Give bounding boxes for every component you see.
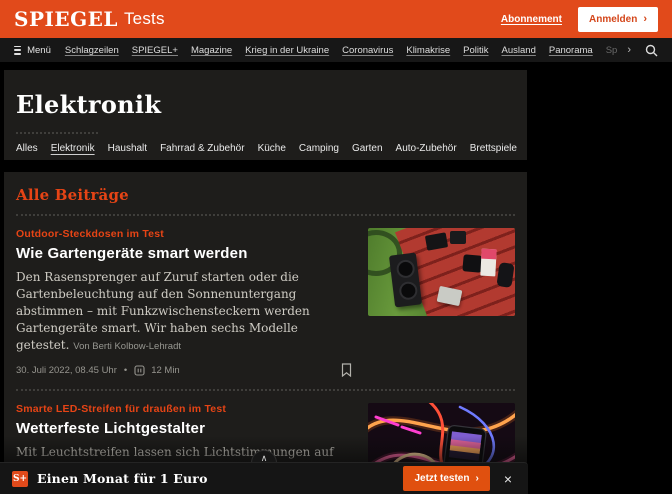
- article-title[interactable]: Wetterfeste Lichtgestalter: [16, 420, 352, 437]
- article-author: Von Berti Kolbow-Lehradt: [73, 341, 181, 352]
- nav-item-panorama[interactable]: Panorama: [549, 45, 593, 56]
- article-teaser-row[interactable]: Outdoor-Steckdosen im Test Wie Gartenger…: [16, 216, 515, 377]
- article-read-time: 12 Min: [151, 365, 180, 376]
- section-heading: Alle Beiträge: [16, 186, 515, 204]
- spiegel-tests-suffix: Tests: [124, 9, 165, 29]
- article-meta-row: 30. Juli 2022, 08.45 Uhr • 12 Min: [16, 354, 352, 377]
- nav-item-spiegel-plus[interactable]: SPIEGEL+: [132, 45, 178, 56]
- teaser-body: Den Rasensprenger auf Zuruf starten oder…: [16, 270, 310, 352]
- meta-separator-dot: •: [124, 365, 127, 376]
- article-date: 30. Juli 2022, 08.45 Uhr: [16, 365, 117, 376]
- banner-offer-text: Einen Monat für 1 Euro: [37, 471, 208, 486]
- dotted-divider: [16, 132, 98, 134]
- cta-label: Jetzt testen: [414, 473, 469, 484]
- nav-item-klimakrise[interactable]: Klimakrise: [406, 45, 450, 56]
- category-header-panel: Elektronik Alles Elektronik Haushalt Fah…: [4, 70, 527, 160]
- tab-elektronik[interactable]: Elektronik: [51, 143, 95, 156]
- bookmark-icon[interactable]: [341, 363, 352, 377]
- subscription-banner: S+ Einen Monat für 1 Euro Jetzt testen ›…: [0, 462, 528, 494]
- hamburger-menu-icon[interactable]: [14, 46, 21, 55]
- main-navbar: Menü Schlagzeilen SPIEGEL+ Magazine Krie…: [0, 38, 672, 62]
- spiegel-plus-badge: S+: [12, 471, 28, 487]
- nav-item-magazine[interactable]: Magazine: [191, 45, 232, 56]
- topbar-actions: Abonnement Anmelden ›: [501, 7, 658, 32]
- tab-kueche[interactable]: Küche: [258, 143, 286, 156]
- nav-scroll-chevron-icon[interactable]: ›: [627, 44, 631, 56]
- top-header-bar: SPIEGEL Tests Abonnement Anmelden ›: [0, 0, 672, 38]
- nav-item-krieg-ukraine[interactable]: Krieg in der Ukraine: [245, 45, 329, 56]
- audio-icon: [134, 365, 145, 376]
- article-kicker[interactable]: Smarte LED-Streifen für draußen im Test: [16, 403, 352, 415]
- smart-plug-shape: [450, 231, 466, 244]
- tab-garten[interactable]: Garten: [352, 143, 383, 156]
- nav-item-menu[interactable]: Menü: [27, 45, 51, 56]
- nav-item-overflow-faded: Sp: [606, 45, 618, 56]
- spiegel-logo[interactable]: SPIEGEL: [14, 7, 118, 31]
- chevron-right-icon: ›: [475, 473, 478, 484]
- nav-item-schlagzeilen[interactable]: Schlagzeilen: [65, 45, 119, 56]
- page-title: Elektronik: [16, 90, 515, 119]
- jetzt-testen-button[interactable]: Jetzt testen ›: [403, 466, 489, 491]
- close-icon[interactable]: ×: [504, 472, 512, 486]
- article-thumbnail-garden-sockets[interactable]: [368, 228, 515, 316]
- tab-brettspiele[interactable]: Brettspiele: [470, 143, 517, 156]
- article-kicker[interactable]: Outdoor-Steckdosen im Test: [16, 228, 352, 240]
- tab-haushalt[interactable]: Haushalt: [108, 143, 147, 156]
- chevron-right-icon: ›: [643, 14, 647, 25]
- article-teaser-text: Den Rasensprenger auf Zuruf starten oder…: [16, 269, 352, 354]
- abonnement-link[interactable]: Abonnement: [501, 14, 562, 25]
- nav-item-coronavirus[interactable]: Coronavirus: [342, 45, 393, 56]
- tab-auto-zubehoer[interactable]: Auto-Zubehör: [396, 143, 457, 156]
- nav-item-politik[interactable]: Politik: [463, 45, 488, 56]
- login-button-label: Anmelden: [589, 14, 637, 25]
- article-text-column: Outdoor-Steckdosen im Test Wie Gartenger…: [16, 228, 352, 377]
- tab-fahrrad-zubehoer[interactable]: Fahrrad & Zubehör: [160, 143, 245, 156]
- search-icon[interactable]: [645, 44, 658, 57]
- article-list-panel: Alle Beiträge Outdoor-Steckdosen im Test…: [4, 172, 527, 494]
- category-tabs: Alles Elektronik Haushalt Fahrrad & Zube…: [16, 143, 515, 156]
- tab-camping[interactable]: Camping: [299, 143, 339, 156]
- article-title[interactable]: Wie Gartengeräte smart werden: [16, 245, 352, 262]
- nav-item-ausland[interactable]: Ausland: [502, 45, 536, 56]
- tab-alles[interactable]: Alles: [16, 143, 38, 156]
- packaging-box-shape: [480, 249, 496, 277]
- login-button[interactable]: Anmelden ›: [578, 7, 658, 32]
